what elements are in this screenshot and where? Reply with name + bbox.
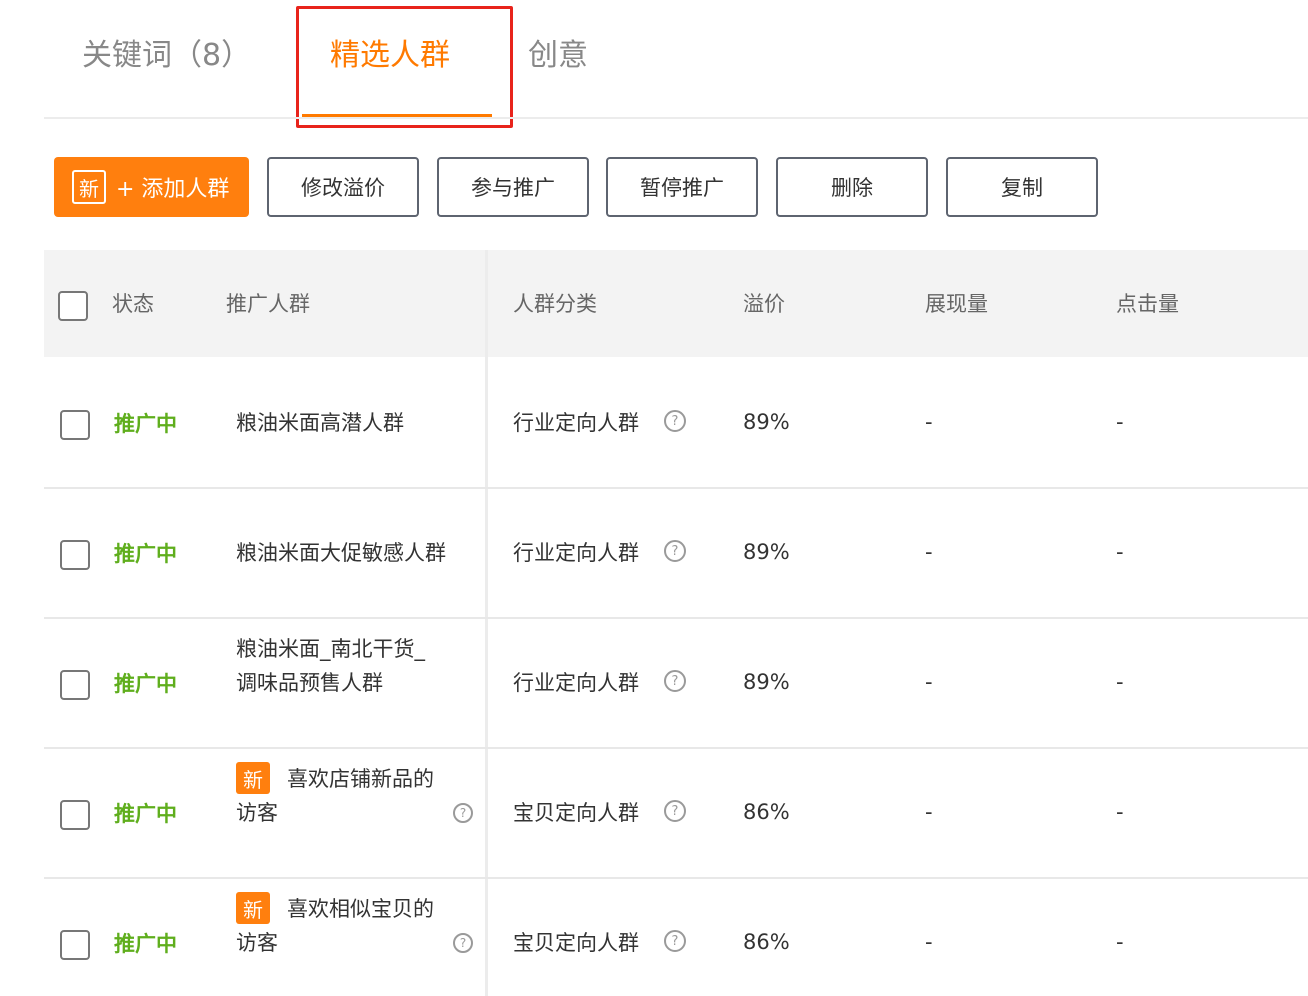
new-badge: 新 bbox=[72, 170, 106, 204]
audience-category: 行业定向人群 bbox=[513, 541, 639, 565]
impressions-value: - bbox=[925, 540, 933, 564]
clicks-value: - bbox=[1116, 670, 1124, 694]
status-label: 推广中 bbox=[114, 412, 177, 436]
header-premium[interactable]: 溢价 bbox=[743, 288, 785, 320]
clicks-value: - bbox=[1116, 930, 1124, 954]
impressions-value: - bbox=[925, 670, 933, 694]
help-icon[interactable]: ? bbox=[453, 803, 473, 823]
status-label: 推广中 bbox=[114, 932, 177, 956]
audience-name-line1: 喜欢店铺新品的 bbox=[287, 767, 434, 791]
help-icon[interactable]: ? bbox=[453, 933, 473, 953]
help-icon[interactable]: ? bbox=[664, 540, 686, 562]
row-divider bbox=[44, 747, 1308, 749]
header-audience: 推广人群 bbox=[226, 292, 310, 316]
pause-promotion-button[interactable]: 暂停推广 bbox=[606, 157, 758, 217]
row-checkbox[interactable] bbox=[60, 670, 90, 700]
highlight-annotation-box bbox=[296, 6, 513, 128]
add-audience-label: + 添加人群 bbox=[116, 177, 230, 202]
header-impressions[interactable]: 展现量 bbox=[925, 288, 988, 320]
clicks-value: - bbox=[1116, 410, 1124, 434]
delete-button[interactable]: 删除 bbox=[776, 157, 928, 217]
help-icon[interactable]: ? bbox=[664, 670, 686, 692]
header-status: 状态 bbox=[112, 292, 154, 316]
clicks-value: - bbox=[1116, 540, 1124, 564]
help-icon[interactable]: ? bbox=[664, 930, 686, 952]
select-all-checkbox[interactable] bbox=[58, 291, 88, 321]
audience-category: 行业定向人群 bbox=[513, 671, 639, 695]
audience-name: 粮油米面大促敏感人群 bbox=[236, 541, 446, 565]
audience-name-line2: 调味品预售人群 bbox=[236, 671, 383, 695]
premium-value[interactable]: 86% bbox=[743, 930, 790, 954]
modify-premium-button[interactable]: 修改溢价 bbox=[267, 157, 419, 217]
tab-creative[interactable]: 创意 bbox=[528, 36, 588, 76]
row-divider bbox=[44, 877, 1308, 879]
audience-category: 宝贝定向人群 bbox=[513, 801, 639, 825]
audience-management-panel: 关键词（8） 精选人群 创意 新 + 添加人群 修改溢价 参与推广 暂停推广 删… bbox=[0, 0, 1308, 996]
help-icon[interactable]: ? bbox=[664, 410, 686, 432]
audience-category: 宝贝定向人群 bbox=[513, 931, 639, 955]
row-checkbox[interactable] bbox=[60, 800, 90, 830]
join-promotion-button[interactable]: 参与推广 bbox=[437, 157, 589, 217]
audience-name-line2: 访客 bbox=[236, 931, 278, 955]
premium-value[interactable]: 89% bbox=[743, 540, 790, 564]
row-checkbox[interactable] bbox=[60, 930, 90, 960]
tab-keywords[interactable]: 关键词（8） bbox=[82, 36, 251, 76]
status-label: 推广中 bbox=[114, 802, 177, 826]
audience-name-line1: 粮油米面_南北干货_ bbox=[236, 637, 425, 661]
audience-name: 粮油米面高潜人群 bbox=[236, 411, 404, 435]
impressions-value: - bbox=[925, 930, 933, 954]
header-category[interactable]: 人群分类 bbox=[513, 288, 597, 320]
row-checkbox[interactable] bbox=[60, 410, 90, 440]
premium-value[interactable]: 89% bbox=[743, 410, 790, 434]
status-label: 推广中 bbox=[114, 542, 177, 566]
audience-name-line1: 喜欢相似宝贝的 bbox=[287, 897, 434, 921]
premium-value[interactable]: 89% bbox=[743, 670, 790, 694]
help-icon[interactable]: ? bbox=[664, 800, 686, 822]
new-badge: 新 bbox=[236, 762, 270, 794]
row-divider bbox=[44, 617, 1308, 619]
header-clicks[interactable]: 点击量 bbox=[1116, 288, 1179, 320]
column-separator bbox=[485, 250, 488, 996]
impressions-value: - bbox=[925, 800, 933, 824]
row-divider bbox=[44, 487, 1308, 489]
new-badge: 新 bbox=[236, 892, 270, 924]
premium-value[interactable]: 86% bbox=[743, 800, 790, 824]
copy-button[interactable]: 复制 bbox=[946, 157, 1098, 217]
add-audience-button[interactable]: 新 + 添加人群 bbox=[54, 157, 249, 217]
clicks-value: - bbox=[1116, 800, 1124, 824]
row-checkbox[interactable] bbox=[60, 540, 90, 570]
audience-category: 行业定向人群 bbox=[513, 411, 639, 435]
impressions-value: - bbox=[925, 410, 933, 434]
status-label: 推广中 bbox=[114, 672, 177, 696]
tabs-divider bbox=[44, 117, 1308, 119]
audience-name-line2: 访客 bbox=[236, 801, 278, 825]
